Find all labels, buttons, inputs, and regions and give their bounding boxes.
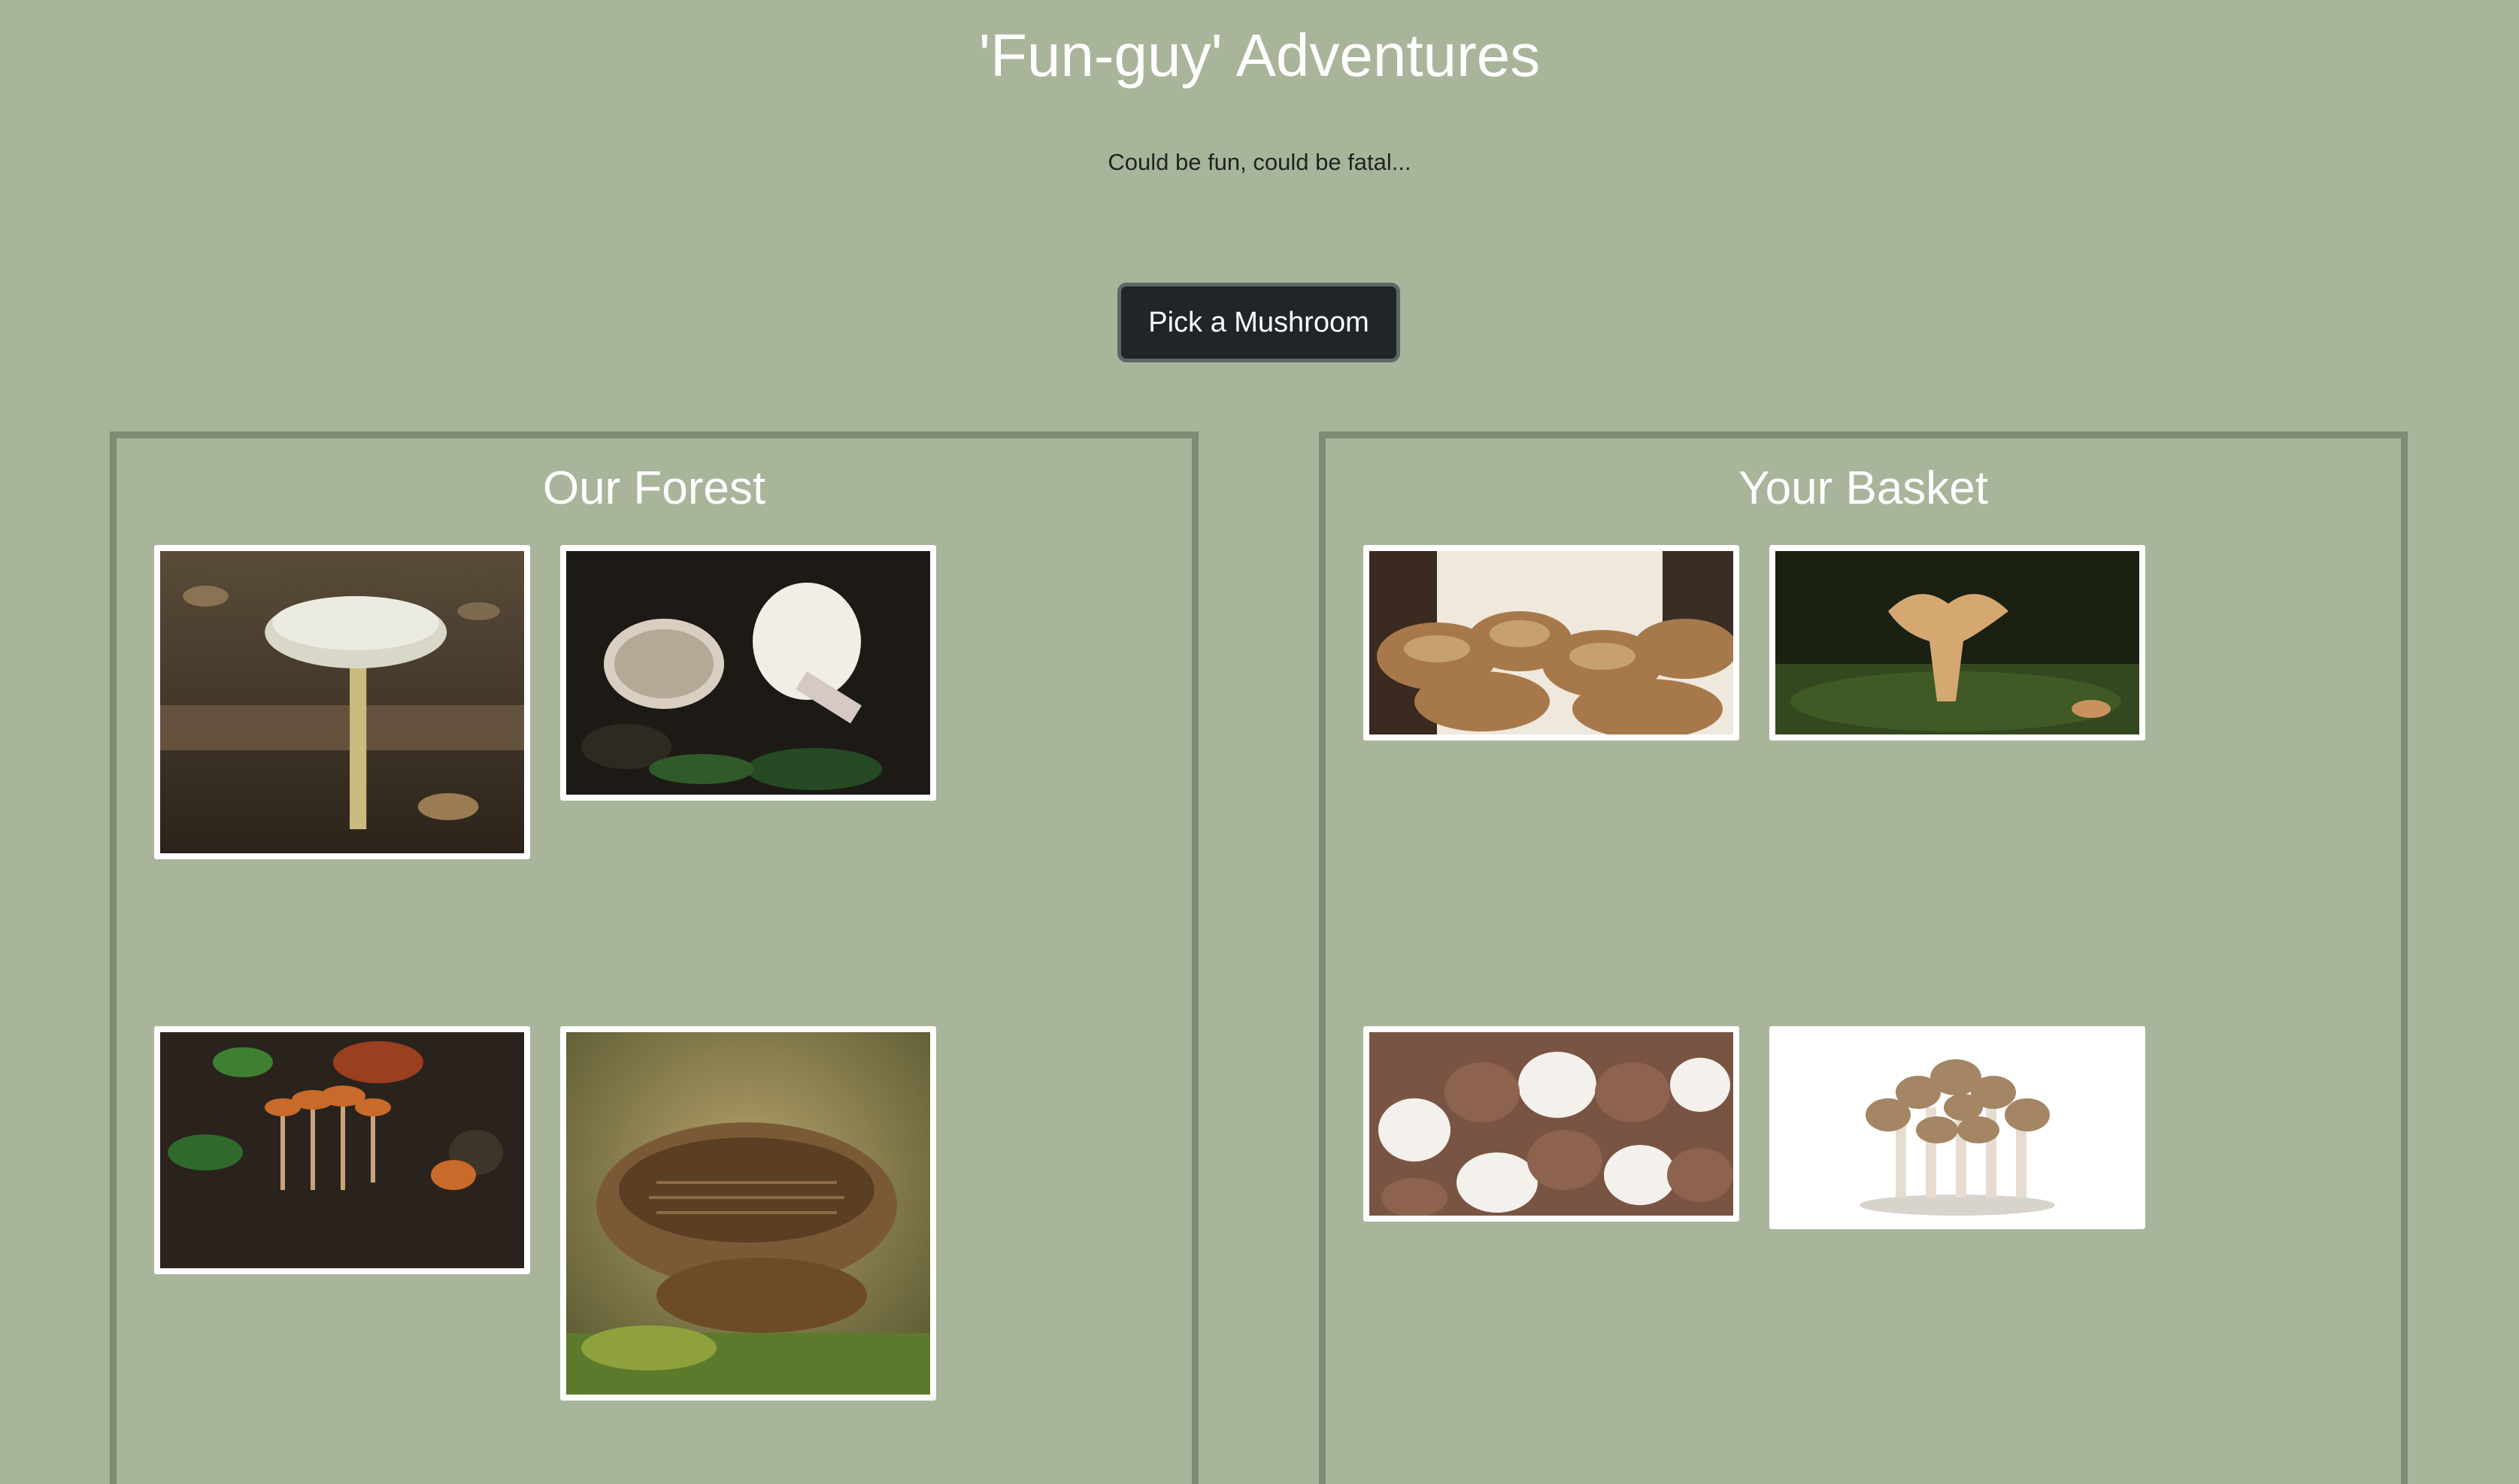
basket-mushroom-card-1[interactable] bbox=[1363, 545, 1739, 740]
white-gilled-mushrooms-image bbox=[566, 551, 930, 795]
small-orange-mushrooms-image bbox=[160, 1032, 524, 1268]
beech-mushroom-cluster-image bbox=[1775, 1032, 2139, 1223]
shiitake-cluster-image bbox=[1369, 551, 1733, 734]
basket-mushroom-card-2[interactable] bbox=[1769, 545, 2145, 740]
brown-gilled-mushroom-image bbox=[566, 1032, 930, 1395]
button-mushrooms-image bbox=[1369, 1032, 1733, 1216]
basket-panel: Your Basket bbox=[1319, 432, 2408, 1484]
tall-white-mushroom-image bbox=[160, 551, 524, 853]
pick-mushroom-button[interactable]: Pick a Mushroom bbox=[1117, 283, 1400, 362]
basket-mushroom-card-4[interactable] bbox=[1769, 1026, 2145, 1229]
chanterelle-image bbox=[1775, 551, 2139, 734]
forest-mushroom-card-2[interactable] bbox=[560, 545, 936, 801]
forest-mushroom-card-4[interactable] bbox=[560, 1026, 936, 1401]
forest-panel: Our Forest bbox=[110, 432, 1199, 1484]
basket-panel-title: Your Basket bbox=[1738, 462, 1989, 514]
forest-panel-title: Our Forest bbox=[542, 462, 766, 514]
page-title: 'Fun-guy' Adventures bbox=[978, 22, 1541, 89]
forest-mushroom-card-3[interactable] bbox=[154, 1026, 530, 1274]
basket-mushroom-card-3[interactable] bbox=[1363, 1026, 1739, 1222]
page-subtitle: Could be fun, could be fatal... bbox=[1108, 149, 1411, 175]
forest-mushroom-card-1[interactable] bbox=[154, 545, 530, 859]
